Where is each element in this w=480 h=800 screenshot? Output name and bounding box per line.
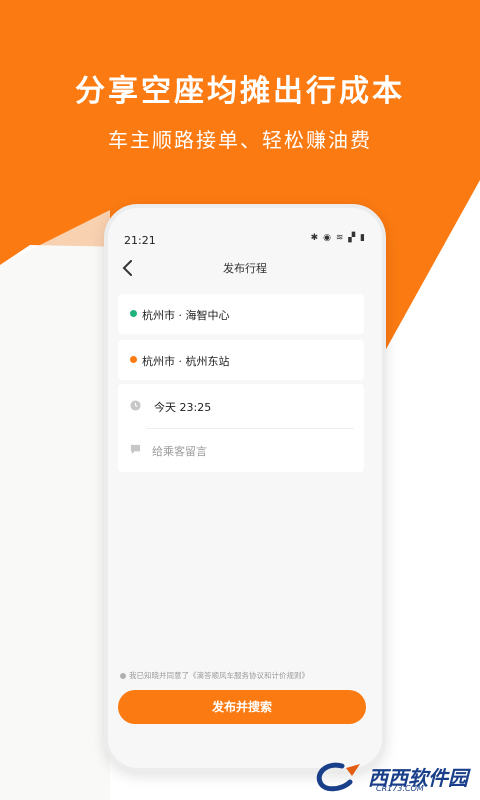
location-icon: ◉ [323,233,332,243]
message-input: 给乘客留言 [152,445,207,458]
time-row[interactable]: 今天 23:25 [118,384,364,428]
destination-card[interactable]: 杭州市 · 杭州东站 [118,340,364,380]
agreement-checkbox[interactable] [120,673,126,679]
destination-text: 杭州市 · 杭州东站 [142,355,230,368]
page-title: 发布行程 [223,262,267,275]
notifications-icon: ✱ [310,233,320,243]
departure-time: 今天 23:25 [154,401,212,414]
agreement-text: 我已知晓并同意了《滴答顺风车服务协议和计价规则》 [129,671,309,680]
details-card: 今天 23:25 给乘客留言 [118,384,364,472]
clock-icon [130,400,141,411]
origin-text: 杭州市 · 海智中心 [142,309,230,322]
promo-headline: 分享空座均摊出行成本 [75,74,405,109]
status-time: 21:21 [124,234,156,247]
wifi-icon: ≋ [335,233,345,243]
publish-search-button[interactable]: 发布并搜索 [118,690,366,724]
message-row[interactable]: 给乘客留言 [118,428,364,472]
status-bar: 21:21 ✱ ◉ ≋ ▞ ▮ [108,232,382,250]
nav-bar: 发布行程 [108,256,382,282]
destination-dot [130,356,137,363]
site-watermark: 西西软件园 CR173.COM [312,760,472,794]
signal-icon: ▞ [348,233,357,243]
phone-frame: 21:21 ✱ ◉ ≋ ▞ ▮ 发布行程 杭州市 · 海智中心 杭州市 · 杭州… [104,204,386,772]
chat-icon [130,444,141,455]
origin-card[interactable]: 杭州市 · 海智中心 [118,294,364,334]
promo-subline: 车主顺路接单、轻松赚油费 [108,128,372,152]
watermark-domain: CR173.COM [376,784,424,793]
origin-dot [130,310,137,317]
battery-icon: ▮ [360,233,366,243]
agreement-row[interactable]: 我已知晓并同意了《滴答顺风车服务协议和计价规则》 [120,670,309,681]
watermark-logo-icon [316,762,360,792]
status-icons: ✱ ◉ ≋ ▞ ▮ [311,233,366,243]
